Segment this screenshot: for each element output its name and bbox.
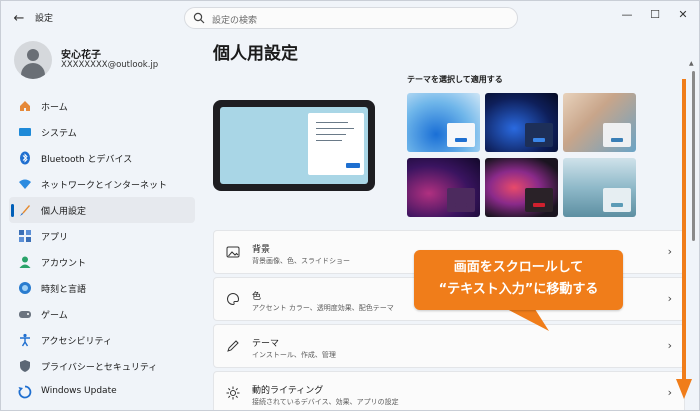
callout-line-1: 画面をスクロールして <box>453 260 584 275</box>
annotation-callout: 画面をスクロールして “テキスト入力”に移動する <box>414 250 623 310</box>
settings-window: ← 設定 設定の検索 — ☐ ✕ 安心花子 XXXXXXXX@outlook.j… <box>0 0 700 411</box>
annotation-overlay <box>501 79 692 399</box>
scroll-down-arrow-icon <box>676 379 692 399</box>
callout-line-2: “テキスト入力”に移動する <box>438 282 599 297</box>
